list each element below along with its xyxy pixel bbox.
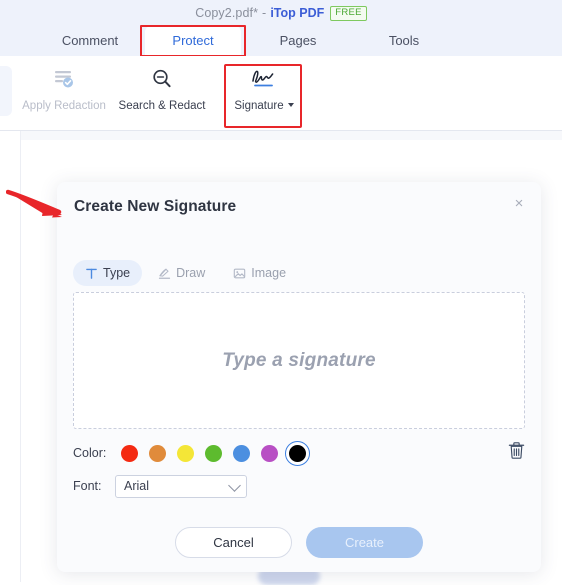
itop-pdf-window: Copy2.pdf* - iTop PDF FREE Comment Prote… [0,0,562,585]
image-picture-icon [233,267,246,280]
protect-tab-highlight-annotation [140,25,246,57]
ribbon-tab-row: Comment Protect Pages Tools [0,26,562,56]
search-redact-label: Search & Redact [118,100,206,112]
search-redact-button[interactable]: Search & Redact [118,64,206,122]
close-icon[interactable]: × [509,194,529,214]
tab-image[interactable]: Image [221,260,298,286]
color-swatch-black-dot [288,443,307,463]
signature-highlight-annotation [224,64,302,128]
license-badge: FREE [330,5,367,21]
cancel-button[interactable]: Cancel [175,527,292,558]
color-swatch-yellow[interactable] [171,440,199,466]
tab-type-label: Type [103,266,131,280]
tab-type[interactable]: Type [73,260,143,286]
color-swatch-yellow-dot [176,444,194,462]
trash-icon[interactable] [503,437,529,463]
create-new-signature-dialog: Create New Signature × Type Draw Image T… [57,182,541,572]
draw-pen-icon [158,267,171,280]
tab-draw[interactable]: Draw [146,260,217,286]
document-side-rail [0,131,21,582]
create-button[interactable]: Create [306,527,423,558]
title-bar: Copy2.pdf* - iTop PDF FREE [0,0,562,26]
title-separator: - [262,6,267,20]
apply-redaction-label: Apply Redaction [22,100,106,112]
color-swatch-orange-dot [148,444,166,462]
tab-draw-label: Draw [176,266,206,280]
color-swatch-orange[interactable] [143,440,171,466]
color-swatch-blue[interactable] [227,440,255,466]
tab-image-label: Image [251,266,287,280]
dialog-footer: Cancel Create [57,527,541,558]
tab-tools[interactable]: Tools [358,26,450,56]
color-swatch-red[interactable] [115,440,143,466]
app-name: iTop PDF [270,6,325,20]
document-title: Copy2.pdf* [195,6,259,20]
toolbar-left-stub [0,66,12,116]
font-label: Font: [73,479,102,493]
color-swatch-red-dot [120,444,138,462]
color-swatch-purple[interactable] [255,440,283,466]
apply-redaction-button[interactable]: Apply Redaction [18,64,110,122]
search-redact-icon [150,64,174,94]
dialog-title: Create New Signature [74,198,237,215]
color-swatch-green[interactable] [199,440,227,466]
color-swatch-blue-dot [232,444,250,462]
color-swatch-green-dot [204,444,222,462]
tab-pages[interactable]: Pages [252,26,344,56]
chevron-down-icon [228,478,241,492]
tab-comment[interactable]: Comment [40,26,140,56]
color-label: Color: [73,446,107,460]
type-text-icon [85,267,98,280]
font-select[interactable]: Arial [115,474,247,498]
apply-redaction-icon [52,64,76,94]
font-select-value: Arial [124,479,150,493]
color-row: Color: [73,440,312,466]
signature-mode-tabs: Type Draw Image [73,260,302,286]
signature-input-canvas[interactable]: Type a signature [73,292,525,429]
color-swatches [115,440,312,466]
font-row: Font: Arial [73,474,247,498]
color-swatch-purple-dot [260,444,278,462]
signature-placeholder: Type a signature [222,349,376,371]
color-swatch-black[interactable] [285,440,310,466]
